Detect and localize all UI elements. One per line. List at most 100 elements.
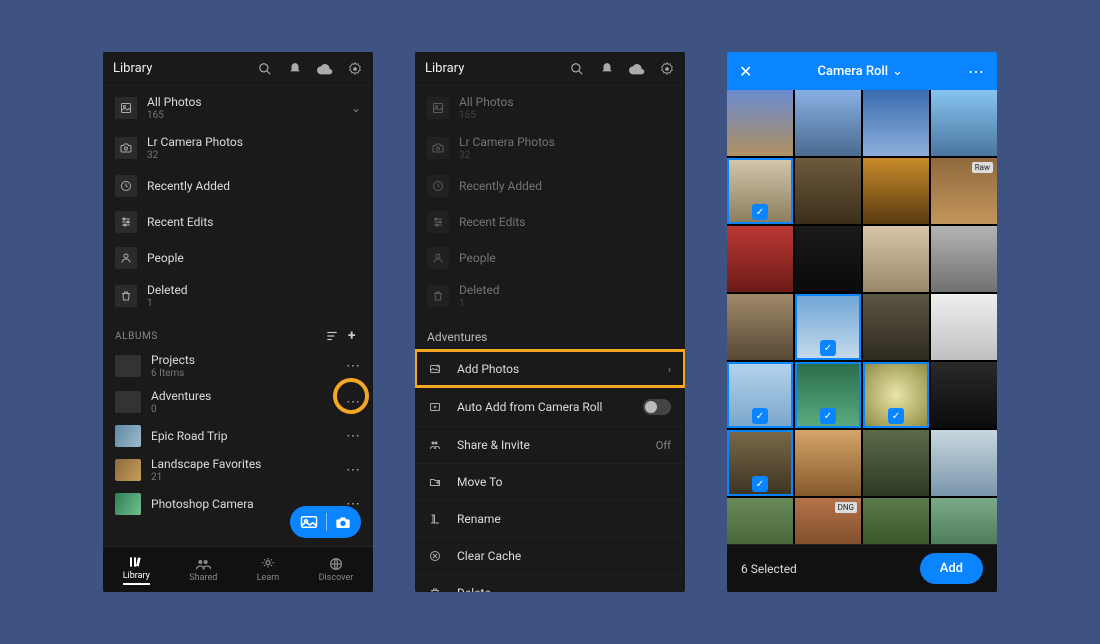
dng-badge: DNG <box>835 502 857 513</box>
cloud-icon[interactable] <box>629 61 645 77</box>
item-label: Recent Edits <box>147 215 213 229</box>
album-count: 0 <box>151 404 211 415</box>
item-label: People <box>147 251 184 265</box>
library-item-camera[interactable]: Lr Camera Photos32 <box>103 128 373 168</box>
more-icon[interactable]: ⋯ <box>346 462 361 478</box>
album-item[interactable]: Landscape Favorites21⋯ <box>103 452 373 488</box>
tab-discover[interactable]: Discover <box>319 557 354 583</box>
tab-shared[interactable]: Shared <box>189 557 217 583</box>
photo-thumbnail[interactable] <box>795 226 861 292</box>
photo-thumbnail[interactable] <box>863 430 929 496</box>
photo-thumbnail[interactable] <box>727 90 793 156</box>
photo-thumbnail[interactable]: ✓ <box>727 362 793 428</box>
photo-thumbnail[interactable] <box>863 158 929 224</box>
clock-icon <box>115 175 137 197</box>
search-icon[interactable] <box>569 61 585 77</box>
raw-badge: Raw <box>972 162 993 173</box>
album-item[interactable]: Projects6 Items⋯ <box>103 348 373 384</box>
library-list-dimmed: All Photos165Lr Camera Photos32Recently … <box>415 86 685 318</box>
library-item-trash[interactable]: Deleted1 <box>103 276 373 316</box>
menu-delete[interactable]: Delete <box>415 574 685 592</box>
shared-icon <box>195 557 211 571</box>
menu-share-invite[interactable]: Share & InviteOff <box>415 426 685 463</box>
photo-thumbnail[interactable] <box>931 226 997 292</box>
photo-thumbnail[interactable] <box>727 226 793 292</box>
albums-list: Projects6 Items⋯Adventures0⋯Epic Road Tr… <box>103 348 373 520</box>
library-item-gallery[interactable]: All Photos165 ⌄ <box>103 88 373 128</box>
discover-icon <box>328 557 344 571</box>
more-icon[interactable]: ⋯ <box>346 358 361 374</box>
photo-thumbnail[interactable] <box>931 362 997 428</box>
album-label: Photoshop Camera <box>151 497 254 511</box>
library-item-clock[interactable]: Recently Added <box>103 168 373 204</box>
toggle[interactable] <box>643 399 671 415</box>
album-label: Epic Road Trip <box>151 429 227 443</box>
item-count: 165 <box>147 110 202 121</box>
add-button[interactable]: Add <box>920 553 983 584</box>
photo-thumbnail[interactable] <box>931 90 997 156</box>
camera-icon <box>115 137 137 159</box>
more-icon[interactable]: ⋯ <box>346 394 361 410</box>
selected-badge: ✓ <box>752 408 768 424</box>
menu-label: Clear Cache <box>457 549 521 563</box>
menu-clear-cache[interactable]: Clear Cache <box>415 537 685 574</box>
item-label: All Photos <box>147 95 202 109</box>
photo-thumbnail[interactable]: Raw <box>931 158 997 224</box>
tab-learn[interactable]: Learn <box>257 557 280 583</box>
gallery-icon <box>115 97 137 119</box>
photo-thumbnail[interactable] <box>931 430 997 496</box>
photo-thumbnail[interactable] <box>727 294 793 360</box>
cloud-icon[interactable] <box>317 61 333 77</box>
album-item[interactable]: Epic Road Trip ⋯ <box>103 420 373 452</box>
chevron-down-icon: ⌄ <box>892 64 903 79</box>
menu-auto-add-from-camera-roll[interactable]: Auto Add from Camera Roll <box>415 387 685 426</box>
photo-thumbnail[interactable]: ✓ <box>863 362 929 428</box>
library-item-sliders[interactable]: Recent Edits <box>103 204 373 240</box>
header: Library <box>103 52 373 86</box>
tab-library[interactable]: Library <box>123 555 150 585</box>
photo-thumbnail[interactable] <box>863 294 929 360</box>
search-icon[interactable] <box>257 61 273 77</box>
bell-icon[interactable] <box>599 61 615 77</box>
context-menu: Add Photos›Auto Add from Camera RollShar… <box>415 350 685 592</box>
photo-thumbnail[interactable] <box>795 90 861 156</box>
item-count: 32 <box>147 150 243 161</box>
library-item-dimmed: Recent Edits <box>415 204 685 240</box>
photo-thumbnail[interactable] <box>795 158 861 224</box>
photo-thumbnail[interactable]: ✓ <box>727 158 793 224</box>
photo-thumbnail[interactable]: ✓ <box>795 362 861 428</box>
photo-thumbnail[interactable] <box>795 430 861 496</box>
item-count: 1 <box>147 298 188 309</box>
photo-thumbnail[interactable]: ✓ <box>727 430 793 496</box>
gear-icon[interactable] <box>659 61 675 77</box>
library-item-person[interactable]: People <box>103 240 373 276</box>
bell-icon[interactable] <box>287 61 303 77</box>
sort-icon[interactable] <box>325 329 343 343</box>
album-count: 21 <box>151 472 261 483</box>
camera-roll-label: Camera Roll <box>817 64 888 79</box>
photo-thumbnail[interactable] <box>863 90 929 156</box>
chevron-down-icon: ⌄ <box>351 101 361 115</box>
more-icon[interactable]: ⋯ <box>968 62 985 81</box>
tab-label: Library <box>123 571 150 581</box>
album-item[interactable]: Adventures0⋯ <box>103 384 373 420</box>
photo-thumbnail[interactable]: ✓ <box>795 294 861 360</box>
more-icon[interactable]: ⋯ <box>346 428 361 444</box>
menu-rename[interactable]: Rename <box>415 500 685 537</box>
photo-thumbnail[interactable] <box>931 294 997 360</box>
menu-label: Rename <box>457 512 501 526</box>
menu-trailing: Off <box>656 439 671 452</box>
gear-icon[interactable] <box>347 61 363 77</box>
add-album-icon[interactable]: + <box>343 328 361 344</box>
menu-add-photos[interactable]: Add Photos› <box>415 350 685 387</box>
page-title[interactable]: Camera Roll ⌄ <box>752 64 968 79</box>
selected-badge: ✓ <box>752 204 768 220</box>
clock-icon <box>427 175 449 197</box>
menu-label: Move To <box>457 475 503 489</box>
photo-thumbnail[interactable] <box>863 226 929 292</box>
footer: 6 Selected Add <box>727 544 997 592</box>
close-icon[interactable]: ✕ <box>739 62 752 81</box>
menu-move-to[interactable]: Move To <box>415 463 685 500</box>
fab-add[interactable] <box>290 506 361 538</box>
photo-grid: ✓Raw✓✓✓✓✓DNG <box>727 90 997 564</box>
